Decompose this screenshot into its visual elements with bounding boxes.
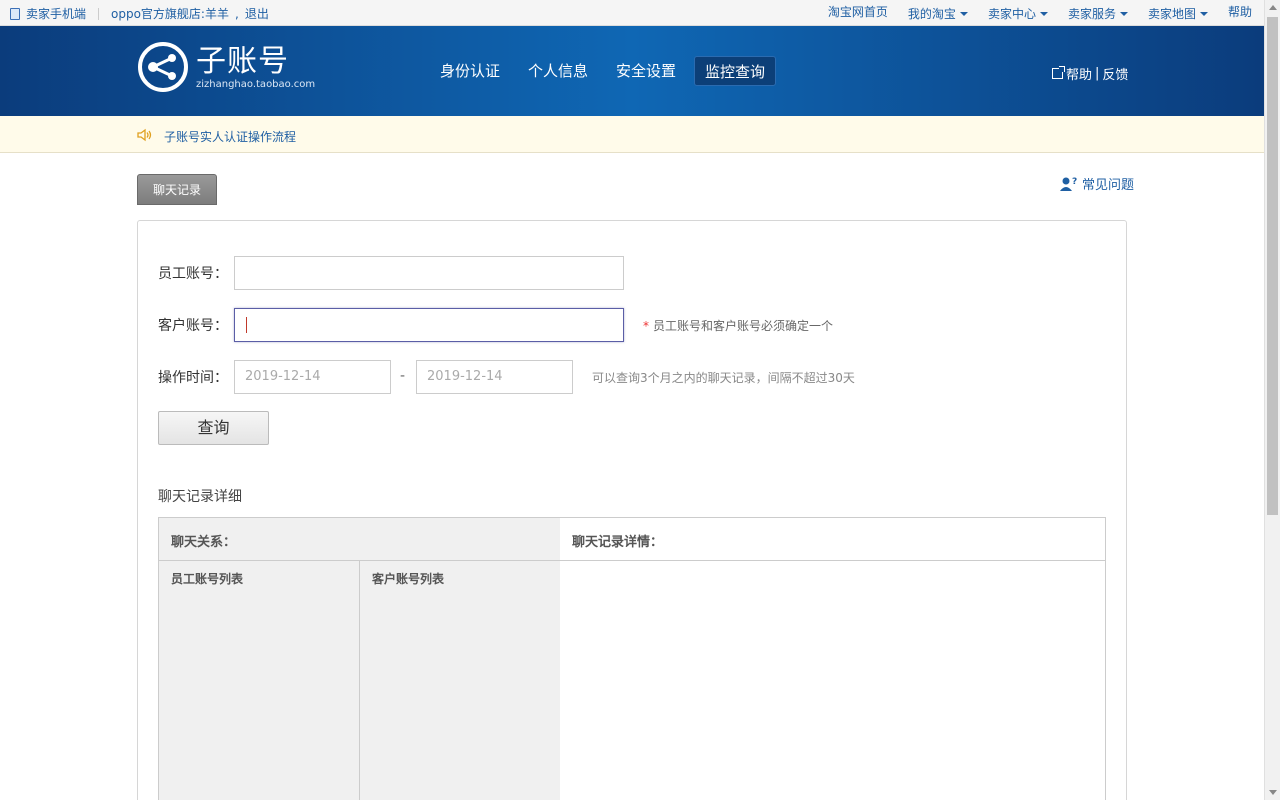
text-cursor (246, 317, 247, 333)
logo[interactable]: 子账号 zizhanghao.taobao.com (138, 42, 315, 92)
main-nav: 身份认证 个人信息 安全设置 监控查询 (430, 56, 777, 86)
page-scrollbar[interactable] (1264, 0, 1280, 800)
table-header: 聊天关系： 聊天记录详情： (159, 518, 1105, 561)
scroll-up-arrow-icon[interactable] (1269, 5, 1277, 10)
help-link[interactable]: 帮助 (1218, 1, 1264, 22)
logo-title: 子账号 (196, 43, 289, 79)
logo-subtitle: zizhanghao.taobao.com (196, 78, 316, 90)
nav-security-settings[interactable]: 安全设置 (606, 56, 686, 86)
scroll-down-arrow-icon[interactable] (1269, 790, 1277, 795)
taobao-home-link[interactable]: 淘宝网首页 (818, 1, 898, 22)
chat-records-table: 聊天关系： 聊天记录详情： 员工账号列表 客户账号列表 (158, 517, 1106, 800)
nav-monitor-query[interactable]: 监控查询 (694, 56, 777, 86)
caret-down-icon (1119, 11, 1128, 16)
details-section-title: 聊天记录详细 (158, 489, 242, 505)
logout-link[interactable]: 退出 (245, 5, 269, 22)
header-feedback-link[interactable]: 反馈 (1102, 64, 1128, 83)
share-network-icon (138, 42, 188, 92)
seller-service-menu[interactable]: 卖家服务 (1058, 5, 1138, 22)
chat-relation-header: 聊天关系： (159, 518, 560, 560)
query-panel: 员工账号： 客户账号： * 员工账号和客户账号必须确定一个 操作时间： 2019-… (137, 220, 1127, 800)
caret-down-icon (959, 11, 968, 16)
employee-list-title: 员工账号列表 (171, 572, 244, 586)
employee-account-list[interactable]: 员工账号列表 (159, 561, 360, 800)
header-help-link[interactable]: 帮助 (1066, 64, 1092, 83)
user-question-icon: ? (1060, 177, 1077, 191)
caret-down-icon (1199, 11, 1208, 16)
customer-list-title: 客户账号列表 (372, 572, 445, 586)
scroll-thumb[interactable] (1267, 17, 1278, 515)
my-taobao-menu[interactable]: 我的淘宝 (898, 5, 978, 22)
customer-account-list[interactable]: 客户账号列表 (360, 561, 560, 800)
speaker-icon (137, 128, 153, 145)
required-hint: * 员工账号和客户账号必须确定一个 (643, 319, 834, 333)
notice-bar: 子账号实人认证操作流程 (0, 116, 1264, 153)
time-range-hint: 可以查询3个月之内的聊天记录，间隔不超过30天 (592, 371, 855, 385)
site-header: 子账号 zizhanghao.taobao.com 身份认证 个人信息 安全设置… (0, 26, 1264, 116)
nav-identity-auth[interactable]: 身份认证 (430, 56, 510, 86)
faq-link[interactable]: ? 常见问题 (1060, 174, 1134, 193)
nav-personal-info[interactable]: 个人信息 (518, 56, 598, 86)
seller-center-menu[interactable]: 卖家中心 (978, 5, 1058, 22)
svg-text:?: ? (1072, 177, 1077, 187)
mobile-phone-icon (10, 7, 20, 20)
caret-down-icon (1039, 11, 1048, 16)
divider (98, 7, 100, 20)
help-feedback: 帮助 | 反馈 (1052, 64, 1128, 83)
notice-link[interactable]: 子账号实人认证操作流程 (164, 128, 296, 145)
customer-account-label: 客户账号： (158, 318, 228, 334)
external-link-icon (1052, 66, 1065, 79)
start-date-input[interactable]: 2019-12-14 (234, 360, 391, 394)
end-date-input[interactable]: 2019-12-14 (416, 360, 573, 394)
operation-time-label: 操作时间： (158, 370, 228, 386)
tab-chat-records[interactable]: 聊天记录 (137, 174, 217, 205)
customer-account-input[interactable] (234, 308, 624, 342)
seller-map-menu[interactable]: 卖家地图 (1138, 5, 1218, 22)
date-separator: - (400, 368, 406, 384)
chat-detail-header: 聊天记录详情： (572, 535, 664, 550)
query-button[interactable]: 查询 (158, 411, 269, 445)
seller-mobile-link[interactable]: 卖家手机端 (26, 5, 86, 22)
top-nav-bar: 卖家手机端 oppo官方旗舰店:羊羊, 退出 淘宝网首页 我的淘宝 卖家中心 卖… (0, 0, 1264, 26)
employee-account-input[interactable] (234, 256, 624, 290)
employee-account-label: 员工账号： (158, 266, 228, 282)
store-user-link[interactable]: oppo官方旗舰店:羊羊 (111, 5, 229, 22)
